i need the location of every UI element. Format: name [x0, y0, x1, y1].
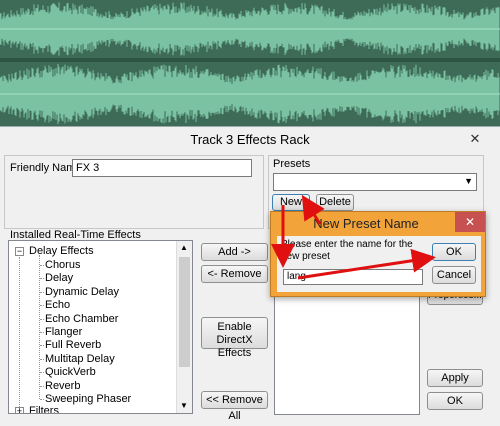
waveform-track-upper [0, 0, 500, 58]
new-preset-dialog: New Preset Name ✕ Please enter the name … [270, 211, 486, 297]
tree-item[interactable]: Echo Chamber [45, 313, 118, 325]
tree-line-tick [40, 265, 44, 266]
installed-effects-tree[interactable]: − Delay Effects + Filters ▲ ▼ Chorus Dela… [8, 240, 193, 414]
tree-item[interactable]: Dynamic Delay [45, 286, 119, 298]
active-effects-list[interactable] [274, 287, 420, 415]
add-effect-button[interactable]: Add -> [201, 243, 268, 261]
tree-group-filters[interactable]: Filters [29, 405, 59, 413]
expand-icon[interactable]: + [15, 407, 24, 413]
new-preset-prompt: Please enter the name for the new preset [281, 239, 413, 262]
new-preset-title: New Preset Name [313, 216, 419, 231]
tree-scrollbar[interactable]: ▲ ▼ [176, 241, 192, 413]
tree-line-tick [40, 305, 44, 307]
scroll-thumb[interactable] [179, 257, 190, 367]
tree-item[interactable]: Delay [45, 272, 73, 284]
remove-all-button[interactable]: << Remove All [201, 391, 268, 422]
title-bar: Track 3 Effects Rack ✕ [0, 127, 500, 153]
tree-line-tick [40, 372, 44, 374]
presets-dropdown[interactable]: ▼ [273, 173, 477, 191]
delete-preset-button[interactable]: Delete [316, 194, 354, 211]
tree-line-tick [40, 278, 44, 280]
enable-directx-button[interactable]: Enable DirectX Effects [201, 317, 268, 359]
scroll-up-icon[interactable]: ▲ [180, 243, 188, 252]
tree-line-tick [40, 332, 44, 333]
tree-item[interactable]: Reverb [45, 380, 80, 392]
remove-effect-button[interactable]: <- Remove [201, 265, 268, 283]
preset-cancel-button[interactable]: Cancel [432, 266, 476, 284]
tree-line-tick [40, 345, 44, 347]
apply-button[interactable]: Apply [427, 369, 483, 387]
chevron-down-icon: ▼ [464, 176, 473, 186]
tree-item[interactable]: Echo [45, 299, 70, 311]
scroll-down-icon[interactable]: ▼ [180, 401, 188, 410]
tree-line-children [39, 255, 40, 399]
new-preset-button[interactable]: New [272, 194, 310, 211]
close-icon[interactable]: ✕ [455, 212, 485, 232]
tree-line-tick [40, 318, 44, 320]
dialog-title: Track 3 Effects Rack [190, 132, 310, 147]
tree-item[interactable]: Sweeping Phaser [45, 393, 131, 405]
tree-item[interactable]: Multitap Delay [45, 353, 115, 365]
tree-line-tick [40, 358, 44, 360]
close-icon[interactable]: ✕ [462, 130, 488, 148]
tree-line [19, 257, 20, 413]
waveform-track-lower [0, 62, 500, 126]
tree-group-delay-effects[interactable]: Delay Effects [29, 245, 94, 257]
friendly-name-label: Friendly Name [10, 162, 82, 174]
preset-ok-button[interactable]: OK [432, 243, 476, 261]
presets-label: Presets [273, 158, 311, 170]
tree-item[interactable]: Flanger [45, 326, 82, 338]
tree-line-tick [40, 385, 44, 387]
tree-line-tick [40, 291, 44, 293]
tree-item[interactable]: Chorus [45, 259, 80, 271]
tree-line-tick [40, 399, 44, 400]
tree-item[interactable]: QuickVerb [45, 366, 96, 378]
collapse-icon[interactable]: − [15, 247, 24, 256]
friendly-name-input[interactable]: FX 3 [72, 159, 252, 177]
rack-ok-button[interactable]: OK [427, 392, 483, 410]
waveform-area [0, 0, 500, 126]
preset-name-input[interactable]: lang [283, 269, 423, 285]
new-preset-body: Please enter the name for the new preset… [277, 236, 481, 292]
tree-item[interactable]: Full Reverb [45, 339, 101, 351]
